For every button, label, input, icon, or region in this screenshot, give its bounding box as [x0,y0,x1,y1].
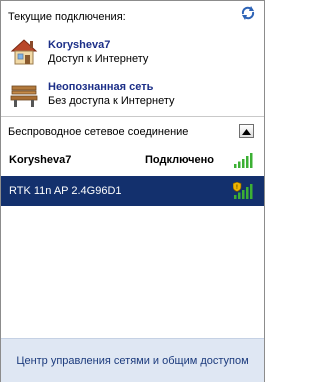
collapse-button[interactable] [239,124,254,138]
wifi-ssid: RTK 11n AP 2.4G96D1 [9,185,122,197]
signal-strength-icon [233,151,253,169]
current-network-item[interactable]: Неопознанная сеть Без доступа к Интернет… [6,75,256,113]
wifi-network-row[interactable]: Korysheva7 Подключено [1,145,264,175]
network-status: Без доступа к Интернету [48,95,175,107]
network-name: Korysheva7 [48,39,111,51]
collapse-up-icon [242,122,251,140]
network-name: Неопознанная сеть [48,81,154,93]
wireless-section-header: Беспроводное сетевое соединение [8,126,189,138]
refresh-button[interactable] [238,5,258,26]
network-flyout: Текущие подключения: Korysheva7 Доступ к… [0,0,265,382]
secured-signal-strength-icon: ! [232,181,253,200]
house-network-icon [6,34,42,70]
wifi-network-row[interactable]: RTK 11n AP 2.4G96D1 ! [1,176,264,206]
network-status: Доступ к Интернету [48,53,149,65]
footer-bar: Центр управления сетями и общим доступом [1,338,264,382]
current-network-item[interactable]: Korysheva7 Доступ к Интернету [6,33,256,71]
wifi-ssid: Korysheva7 [9,154,72,166]
section-divider [1,116,264,117]
connection-state: Подключено [145,154,214,166]
current-connections-header: Текущие подключения: [8,11,126,23]
refresh-icon [240,5,256,26]
network-center-link[interactable]: Центр управления сетями и общим доступом [16,355,248,367]
park-bench-network-icon [6,76,42,112]
